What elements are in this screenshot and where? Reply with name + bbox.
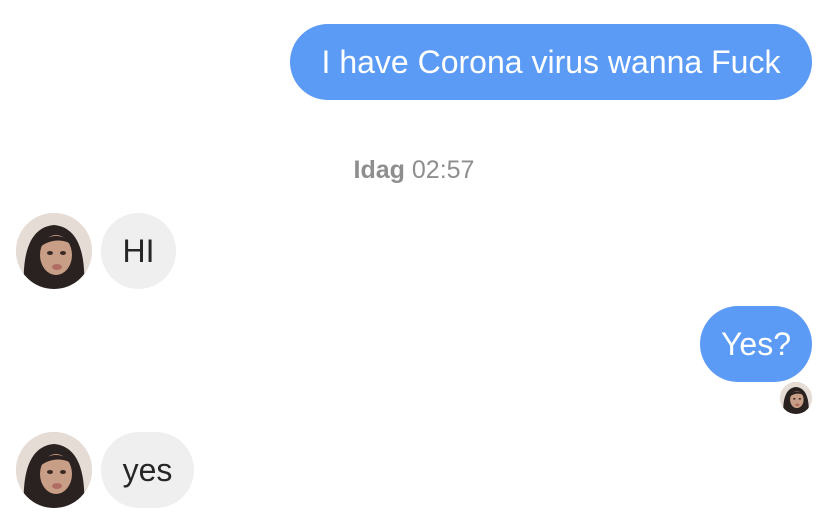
sender-avatar-icon[interactable] [16,432,92,508]
incoming-message-bubble[interactable]: HI [101,213,176,289]
message-text: HI [122,233,155,269]
sender-avatar-icon[interactable] [16,213,92,289]
message-text: I have Corona virus wanna Fuck [321,44,781,80]
timestamp-time: 02:57 [411,156,475,184]
seen-avatar-icon [780,382,812,414]
outgoing-message-bubble[interactable]: Yes? [700,306,812,382]
timestamp-day: Idag [353,156,405,184]
outgoing-message-bubble[interactable]: I have Corona virus wanna Fuck [290,24,812,100]
incoming-message-bubble[interactable]: yes [101,432,194,508]
message-text: yes [122,452,173,488]
message-text: Yes? [721,326,791,362]
profile-photo-icon [780,382,812,414]
message-timestamp: Idag 02:57 [0,155,828,185]
profile-photo-icon [16,432,92,508]
profile-photo-icon [16,213,92,289]
